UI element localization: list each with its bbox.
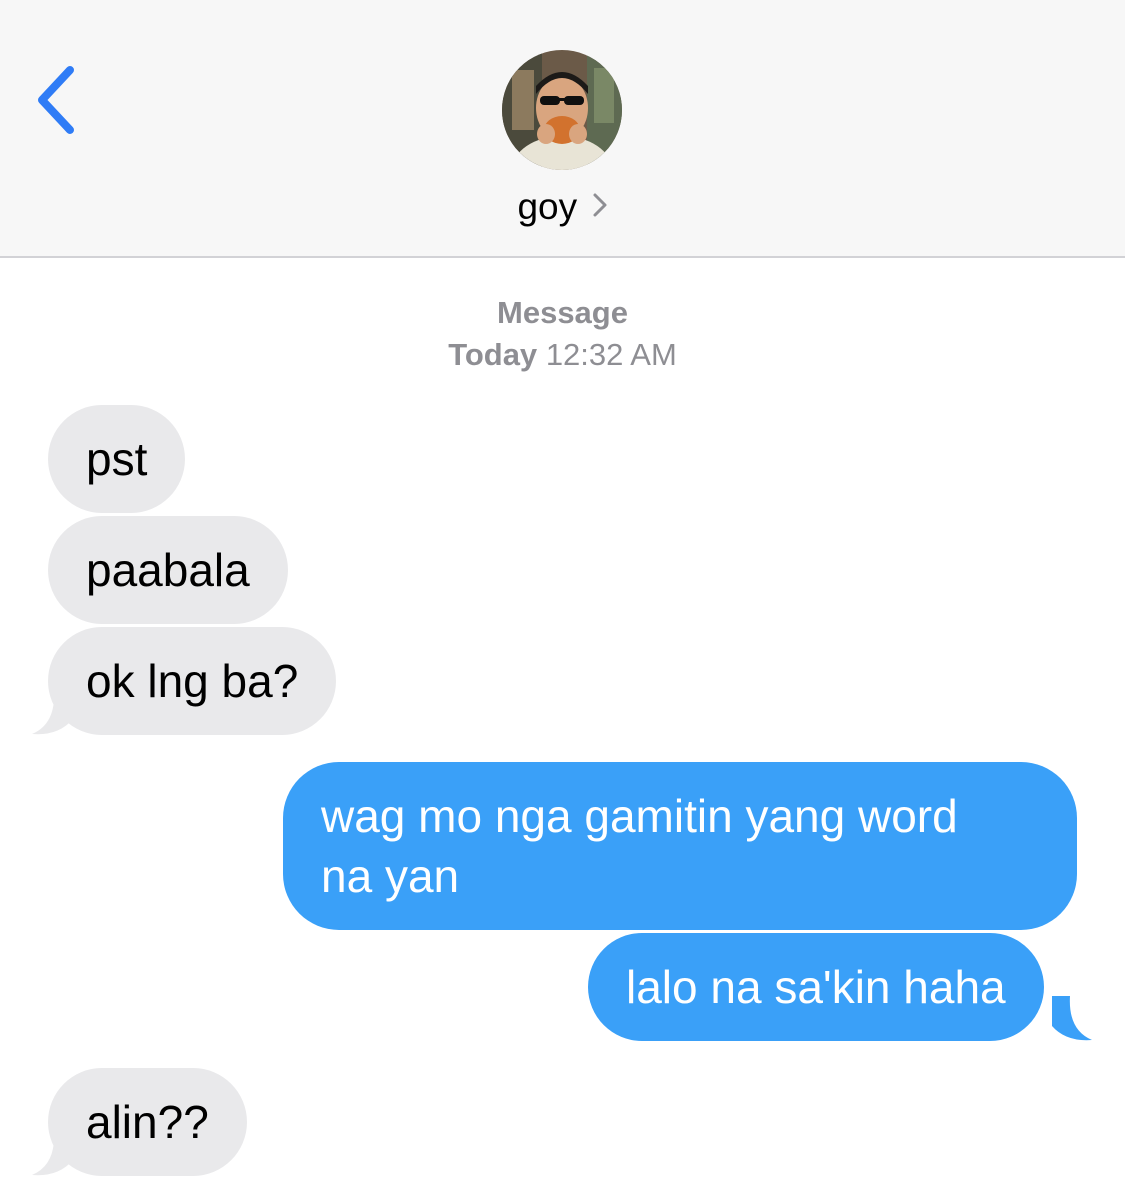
bubble-tail [32,1131,72,1176]
incoming-message-bubble[interactable]: pst [48,405,186,513]
chevron-right-icon [593,193,607,217]
conversation-header: goy [0,0,1125,258]
message-text: paabala [86,544,250,596]
contact-name: goy [517,186,578,227]
message-text: pst [86,433,148,485]
back-button[interactable] [30,60,90,140]
chevron-left-icon [38,66,74,134]
timestamp-time: 12:32 AM [545,337,677,372]
avatar-photo [502,50,622,170]
outgoing-message-bubble[interactable]: lalo na sa'kin haha [588,933,1044,1041]
outgoing-message-bubble[interactable]: wag mo nga gamitin yang word na yan [283,762,1077,930]
incoming-message-bubble[interactable]: paabala [48,516,288,624]
incoming-message-bubble[interactable]: ok lng ba? [48,627,337,735]
contact-name-button[interactable]: goy [0,180,1125,234]
incoming-message-bubble[interactable]: alin?? [48,1068,247,1176]
timestamp-line: Today 12:32 AM [0,334,1125,376]
conversation-timestamp: Message Today 12:32 AM [0,292,1125,376]
message-text: alin?? [86,1096,209,1148]
message-text: lalo na sa'kin haha [626,961,1006,1013]
message-text-line: na yan [321,850,460,902]
message-text-line: wag mo nga gamitin yang word [321,790,958,842]
bubble-tail [32,690,72,735]
message-text: ok lng ba? [86,655,299,707]
timestamp-day: Today [448,337,538,372]
bubble-tail [1052,996,1092,1041]
service-label: Message [497,295,628,330]
contact-avatar[interactable] [502,50,622,170]
